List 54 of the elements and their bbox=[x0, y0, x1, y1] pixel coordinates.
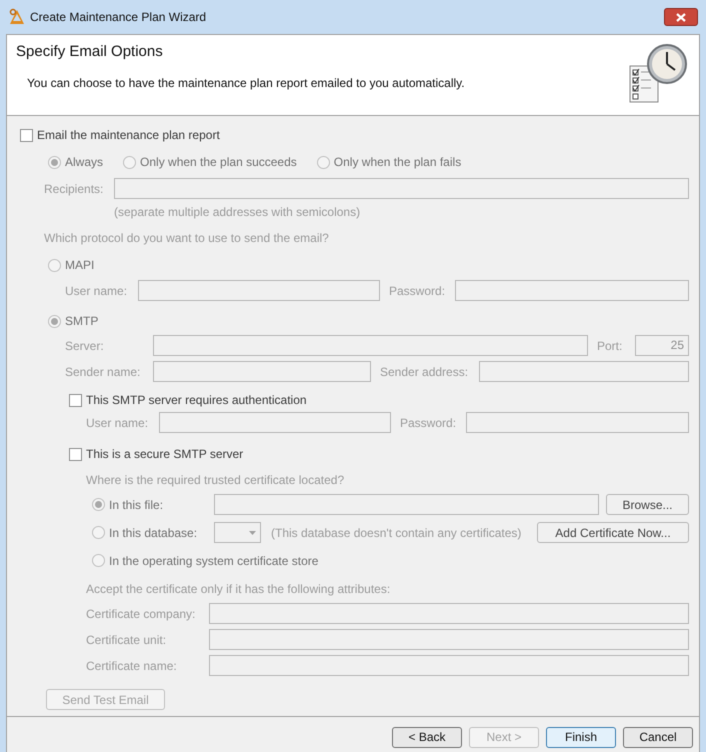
question-text: Which protocol do you want to use to send the email? bbox=[44, 230, 330, 247]
page-title: Specify Email Options bbox=[16, 42, 164, 62]
app-icon bbox=[8, 8, 26, 26]
field-label: User name: bbox=[86, 414, 150, 432]
field-label: Recipients: bbox=[44, 180, 104, 198]
text-field[interactable] bbox=[138, 280, 380, 301]
dialog-button[interactable]: < Back bbox=[392, 726, 462, 748]
radio-option[interactable]: Only when the plan succeeds bbox=[123, 153, 297, 171]
field-label: Port: bbox=[597, 338, 624, 354]
text-field[interactable] bbox=[455, 280, 689, 301]
hint-text: (separate multiple addresses with semicolons) bbox=[114, 204, 362, 221]
dialog-button[interactable]: Add Certificate Now... bbox=[537, 522, 689, 543]
prompt-text: Accept the certificate only if it has the following attributes: bbox=[86, 581, 392, 598]
dialog-button[interactable]: Finish bbox=[546, 726, 616, 748]
text-field[interactable] bbox=[159, 412, 391, 433]
window-title: Create Maintenance Plan Wizard bbox=[30, 9, 206, 26]
field-label: Certificate unit: bbox=[86, 632, 168, 648]
radio-option[interactable]: In this database: bbox=[92, 524, 214, 542]
text-field[interactable] bbox=[479, 361, 689, 382]
radio-option[interactable]: Always bbox=[48, 153, 104, 171]
text-field[interactable] bbox=[214, 494, 599, 515]
radio-option[interactable]: In the operating system certificate store bbox=[92, 552, 318, 570]
field-label: Password: bbox=[389, 282, 446, 300]
dialog-button[interactable]: Cancel bbox=[623, 726, 693, 748]
page-description: You can choose to have the maintenance plan report emailed to you automatically. bbox=[27, 74, 466, 92]
caret-icon bbox=[249, 530, 256, 534]
text-field[interactable] bbox=[153, 361, 371, 382]
field-label: Password: bbox=[400, 414, 457, 432]
checkbox-option[interactable]: This SMTP server requires authentication bbox=[69, 391, 689, 409]
radio-option[interactable]: In this file: bbox=[92, 496, 214, 514]
radio-option[interactable]: MAPI bbox=[48, 256, 689, 274]
close-icon bbox=[676, 12, 686, 22]
text-field[interactable] bbox=[466, 412, 689, 433]
radio-option[interactable]: Only when the plan fails bbox=[316, 153, 462, 171]
field-label: User name: bbox=[65, 282, 128, 300]
text-field[interactable] bbox=[153, 335, 588, 356]
question-text: Where is the required trusted certificate located? bbox=[86, 472, 346, 489]
field-label: Certificate company: bbox=[86, 606, 196, 622]
checkbox-option[interactable]: This is a secure SMTP server bbox=[69, 445, 689, 463]
text-field[interactable] bbox=[114, 178, 689, 199]
checkbox-option[interactable]: Email the maintenance plan report bbox=[20, 126, 689, 144]
text-field[interactable] bbox=[209, 655, 689, 676]
field-label: Server: bbox=[65, 338, 105, 354]
text-field[interactable] bbox=[209, 603, 689, 624]
note-text: (This database doesn't contain any certificates) bbox=[271, 524, 522, 542]
text-field[interactable]: 25 bbox=[635, 335, 689, 356]
text-field[interactable] bbox=[209, 629, 689, 650]
radio-option[interactable]: SMTP bbox=[48, 312, 689, 330]
field-label: Sender address: bbox=[380, 364, 470, 380]
field-label: Sender name: bbox=[65, 364, 142, 380]
dialog-button[interactable]: Browse... bbox=[606, 494, 689, 515]
dropdown[interactable] bbox=[214, 522, 261, 543]
close-button[interactable] bbox=[664, 8, 698, 26]
field-label: Certificate name: bbox=[86, 658, 178, 674]
